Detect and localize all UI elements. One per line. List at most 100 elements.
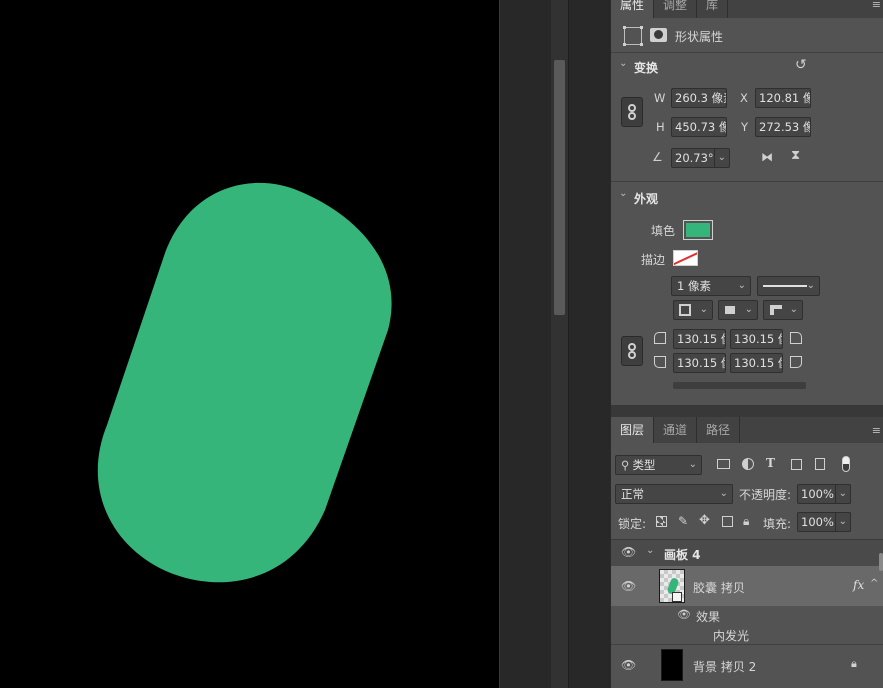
angle-icon: ∠ [652,150,663,164]
h-label: H [656,120,665,134]
layer-effects-group: 👁︎ 效果 内发光 [611,606,883,644]
adjustment-filter-icon[interactable] [742,458,754,470]
layers-tabstrip: 图层 通道 路径 [611,417,883,443]
scrollbar-thumb[interactable] [554,60,565,315]
layer-row-background-copy[interactable]: 👁︎ 背景 拷贝 2 🔒︎ [611,645,883,688]
corner-top-right-icon [790,332,802,344]
shape-filter-icon[interactable] [791,459,802,470]
x-label: X [740,91,748,105]
y-label: Y [741,120,749,134]
properties-tabstrip: 属性 调整 库 [611,0,883,18]
lock-label: 锁定: [618,517,647,531]
stroke-align-dropdown[interactable]: ⌄ [673,300,713,320]
x-field[interactable]: 120.81 像 [755,88,811,108]
eye-icon[interactable]: 👁︎ [621,658,636,672]
properties-menu-icon[interactable]: ≡ [872,0,881,11]
chevron-up-icon[interactable]: ^ [870,578,878,589]
tab-paths[interactable]: 路径 [697,417,741,443]
flip-vertical-icon[interactable]: ⧗ [791,148,800,163]
fill-label: 填色 [651,224,676,238]
fill-opacity-dropdown[interactable]: ⌄ [835,512,851,532]
effects-label: 效果 [696,610,721,624]
w-label: W [654,91,666,105]
canvas-gutter [499,0,551,688]
eye-icon[interactable]: 👁︎ [677,608,691,621]
document-canvas[interactable] [0,0,499,688]
tab-channels[interactable]: 通道 [654,417,698,443]
layers-menu-icon[interactable]: ≡ [872,424,881,437]
eye-icon[interactable]: 👁︎ [621,579,636,593]
y-field[interactable]: 272.53 像 [755,117,811,137]
right-panel-dock: 属性 调整 库 ≡ 形状属性 ⌄ 变换 ↺ W 260.3 像素 X 120.8… [610,0,883,688]
layer-row-artboard[interactable]: 👁︎ ⌄ 画板 4 [611,540,883,566]
smart-object-filter-icon[interactable] [815,458,825,470]
corner-top-right-field[interactable]: 130.15 像 [730,329,783,349]
mask-icon[interactable] [650,28,667,42]
flip-horizontal-icon[interactable]: ⧓ [761,150,773,164]
properties-scroll-indicator[interactable] [673,382,806,389]
chevron-down-icon[interactable]: ⌄ [646,545,654,556]
stroke-width-dropdown[interactable]: 1 像素 ⌄ [671,276,751,296]
chevron-down-icon[interactable]: ⌄ [619,188,627,199]
vector-mask-icon [672,592,682,602]
transform-section-title: 变换 [634,61,659,75]
lock-position-icon[interactable]: ✥ [699,513,710,528]
filter-kind-value: 类型 [632,458,656,472]
layer-name: 背景 拷贝 2 [693,660,757,674]
filter-toggle-icon[interactable] [842,456,850,472]
tab-properties[interactable]: 属性 [611,0,655,18]
corner-top-left-field[interactable]: 130.15 像 [673,329,726,349]
corner-bottom-right-icon [790,356,802,368]
layer-name: 胶囊 拷贝 [693,581,745,595]
lock-all-icon[interactable]: 🔒︎ [743,514,749,529]
blend-mode-value: 正常 [621,487,644,501]
stroke-none-swatch[interactable] [673,250,698,266]
stroke-corner-dropdown[interactable]: ⌄ [763,300,803,320]
fill-opacity-label: 填充: [763,517,792,531]
layers-scrollbar-thumb[interactable] [879,553,883,571]
width-field[interactable]: 260.3 像素 [671,88,727,108]
tab-layers[interactable]: 图层 [611,417,655,443]
fx-indicator[interactable]: fx [853,578,864,592]
appearance-section-title: 外观 [634,192,659,206]
corner-top-left-icon [654,332,666,344]
stroke-style-dropdown[interactable]: ⌄ [757,276,820,296]
stroke-width-value: 1 像素 [677,279,711,293]
lock-artboard-icon[interactable] [722,516,733,527]
link-corners-button[interactable] [621,336,643,366]
height-field[interactable]: 450.73 像 [671,117,727,137]
corner-bottom-right-field[interactable]: 130.15 像 [730,353,783,373]
stroke-cap-dropdown[interactable]: ⌄ [718,300,758,320]
lock-icon: 🔒︎ [851,657,857,670]
opacity-dropdown[interactable]: ⌄ [835,484,851,504]
chevron-down-icon[interactable]: ⌄ [619,58,627,69]
tab-libraries[interactable]: 库 [697,0,729,18]
lock-transparent-icon[interactable] [656,516,667,527]
capsule-shape[interactable] [97,182,392,583]
panel-divider[interactable] [611,405,883,417]
vertical-scrollbar[interactable] [551,0,568,688]
corner-bottom-left-icon [654,356,666,368]
image-filter-icon[interactable] [717,459,730,469]
link-dimensions-button[interactable] [621,97,643,127]
lock-pixels-icon[interactable]: ✎ [678,514,688,528]
opacity-label: 不透明度: [739,488,792,502]
canvas-svg [97,182,392,583]
shape-properties-icon [623,26,643,46]
artboard-name: 画板 4 [664,548,701,562]
stroke-label: 描边 [641,253,666,267]
type-filter-icon[interactable]: T [766,456,775,470]
layer-row-capsule-copy[interactable]: 👁︎ 胶囊 拷贝 fx ^ [611,566,883,606]
corner-bottom-left-field[interactable]: 130.15 像 [673,353,726,373]
inner-glow-label[interactable]: 内发光 [713,627,749,644]
layer-filter-dropdown[interactable]: ⚲ 类型 ⌄ [615,455,702,475]
eye-icon[interactable]: 👁︎ [621,545,636,559]
layer-thumbnail [661,649,683,681]
blend-mode-dropdown[interactable]: 正常 ⌄ [615,484,733,504]
angle-dropdown[interactable]: ⌄ [714,148,730,168]
shape-properties-label: 形状属性 [675,30,724,44]
reset-icon[interactable]: ↺ [795,57,807,73]
fill-color-swatch[interactable] [683,220,713,240]
tab-adjustments[interactable]: 调整 [654,0,698,18]
search-icon: ⚲ [621,458,630,472]
